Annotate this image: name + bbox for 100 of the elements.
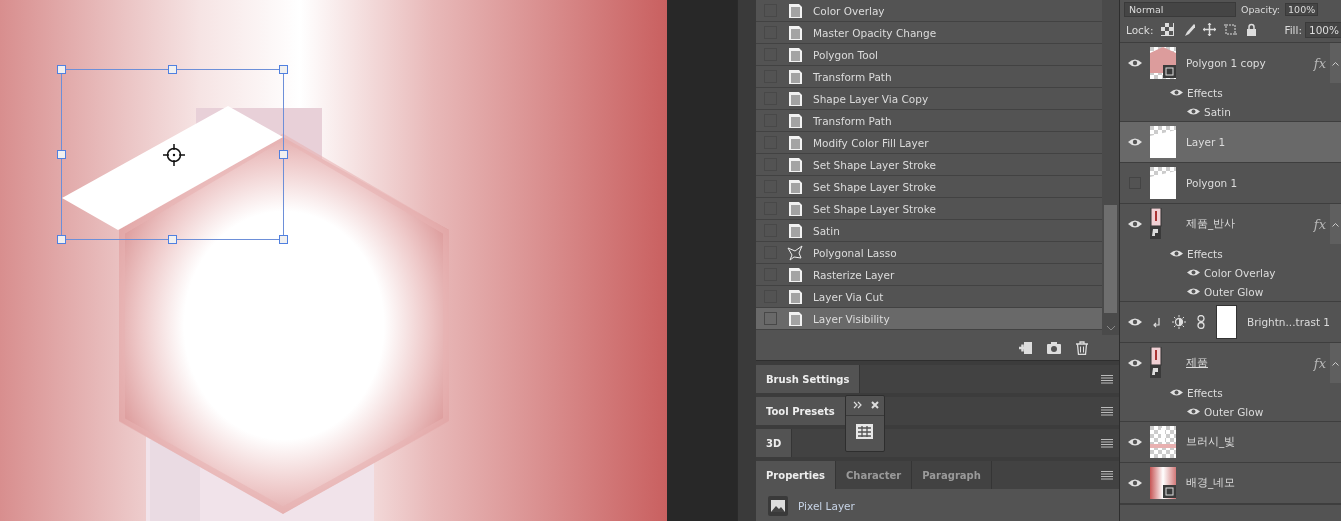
layer-thumbnail (1150, 467, 1176, 499)
artboard-icon[interactable] (1224, 23, 1238, 36)
sun-icon (1172, 315, 1186, 329)
panel-tab[interactable]: Brush Settings (756, 365, 861, 393)
crosshair-icon (162, 143, 186, 167)
menu-icon[interactable] (1101, 374, 1113, 384)
new-document-icon[interactable] (1019, 340, 1033, 355)
document-icon (787, 68, 803, 85)
effect-name[interactable]: Color Overlay (1204, 266, 1276, 279)
grid-icon[interactable] (856, 424, 873, 439)
transform-box[interactable] (57, 65, 288, 244)
layer-row[interactable]: Polygon 1 copy fx (1120, 43, 1341, 83)
scroll-thumb[interactable] (1104, 205, 1117, 313)
caret-icon (1332, 221, 1339, 227)
menu-icon[interactable] (1101, 438, 1113, 448)
document-icon (787, 134, 803, 151)
eye-icon[interactable] (1128, 58, 1142, 68)
effect-name[interactable]: Outer Glow (1204, 405, 1264, 418)
menu-icon[interactable] (1101, 406, 1113, 416)
eye-icon[interactable] (1128, 478, 1142, 488)
layer-name: Layer 1 (1186, 136, 1227, 148)
layer-row[interactable]: 제품_반사 fx (1120, 204, 1341, 244)
effect-name[interactable]: Outer Glow (1204, 285, 1264, 298)
eye-icon[interactable] (1128, 317, 1142, 327)
layer-mask-thumbnail (1216, 305, 1237, 339)
layer-thumbnail (1150, 47, 1176, 79)
panel-tab[interactable]: Properties (756, 461, 836, 489)
eye-icon[interactable] (1170, 88, 1183, 97)
eye-icon[interactable] (1187, 107, 1200, 116)
brush-icon[interactable] (1182, 23, 1196, 36)
blend-mode-dropdown[interactable]: Normal (1124, 1, 1236, 17)
document-icon (787, 288, 803, 305)
fx-indicator: fx (1313, 355, 1326, 371)
link-icon[interactable] (1194, 315, 1208, 329)
expand-icon[interactable] (853, 401, 862, 409)
effect-name[interactable]: Satin (1204, 105, 1231, 118)
fx-indicator: fx (1313, 55, 1326, 71)
image-icon (768, 496, 788, 516)
eye-icon[interactable] (1128, 219, 1142, 229)
layer-thumbnail (1150, 347, 1162, 379)
eye-icon[interactable] (1170, 249, 1183, 258)
eye-icon[interactable] (1128, 437, 1142, 447)
opacity-field[interactable]: 100% (1285, 2, 1319, 16)
collapse-toggle[interactable] (1330, 343, 1341, 383)
camera-icon[interactable] (1047, 340, 1061, 355)
scroll-down-icon[interactable] (1105, 325, 1116, 331)
document-icon (787, 24, 803, 41)
document-icon (787, 200, 803, 217)
eye-icon[interactable] (1187, 407, 1200, 416)
history-item[interactable]: Polygonal Lasso (756, 242, 1102, 264)
lock-icon[interactable] (1245, 23, 1259, 36)
layer-name: 제품_반사 (1186, 217, 1237, 231)
eye-icon[interactable] (1170, 388, 1183, 397)
trash-icon[interactable] (1075, 340, 1089, 355)
eye-icon[interactable] (1128, 137, 1142, 147)
layer-type-label: Pixel Layer (798, 500, 855, 512)
layer-name: 브러시_빛 (1186, 435, 1237, 449)
document-icon (787, 266, 803, 283)
document-icon (787, 310, 803, 327)
close-icon[interactable] (871, 401, 879, 409)
effects-label: Effects (1187, 86, 1223, 99)
layer-thumbnail (1150, 167, 1176, 199)
history-item[interactable]: Layer Visibility (756, 308, 1102, 330)
eye-icon[interactable] (1187, 287, 1200, 296)
document-icon (787, 112, 803, 129)
opacity-label: Opacity: (1241, 3, 1281, 15)
collapse-toggle[interactable] (1330, 204, 1341, 244)
layer-row[interactable]: Layer 1 (1120, 122, 1341, 162)
eye-icon[interactable] (1128, 358, 1142, 368)
eye-icon[interactable] (1187, 268, 1200, 277)
panel-tab[interactable]: Tool Presets (756, 397, 846, 425)
layer-row[interactable]: Brightn...trast 1 (1120, 302, 1341, 342)
effects-label: Effects (1187, 386, 1223, 399)
effects-label: Effects (1187, 247, 1223, 260)
panel-tab[interactable]: 3D (756, 429, 793, 457)
layer-name: 제품 (1186, 356, 1209, 370)
move-icon[interactable] (1203, 23, 1217, 36)
caret-icon (1332, 360, 1339, 366)
layer-row[interactable]: 브러시_빛 (1120, 422, 1341, 462)
caret-icon (1332, 60, 1339, 66)
layer-row[interactable]: Polygon 1 (1120, 163, 1341, 203)
collapse-toggle[interactable] (1330, 43, 1341, 83)
layer-name: Brightn...trast 1 (1247, 316, 1331, 328)
fill-label: Fill: (1284, 23, 1302, 36)
document-icon (787, 2, 803, 19)
layer-row[interactable]: 제품 fx (1120, 343, 1341, 383)
menu-icon[interactable] (1101, 470, 1113, 480)
layer-name: 배경_네모 (1186, 476, 1237, 490)
fill-field[interactable]: 100% (1304, 21, 1341, 38)
lock-label: Lock: (1126, 23, 1154, 36)
layer-thumbnail (1150, 208, 1162, 240)
layer-thumbnail (1150, 126, 1176, 158)
document-icon (787, 156, 803, 173)
scrollbar[interactable] (1102, 0, 1119, 335)
snapshot-checkbox[interactable] (764, 312, 777, 325)
layer-row[interactable]: 배경_네모 (1120, 463, 1341, 503)
fx-indicator: fx (1313, 216, 1326, 232)
layer-name: Polygon 1 (1186, 177, 1239, 189)
document-icon (787, 178, 803, 195)
layer-name: Polygon 1 copy (1186, 57, 1267, 69)
